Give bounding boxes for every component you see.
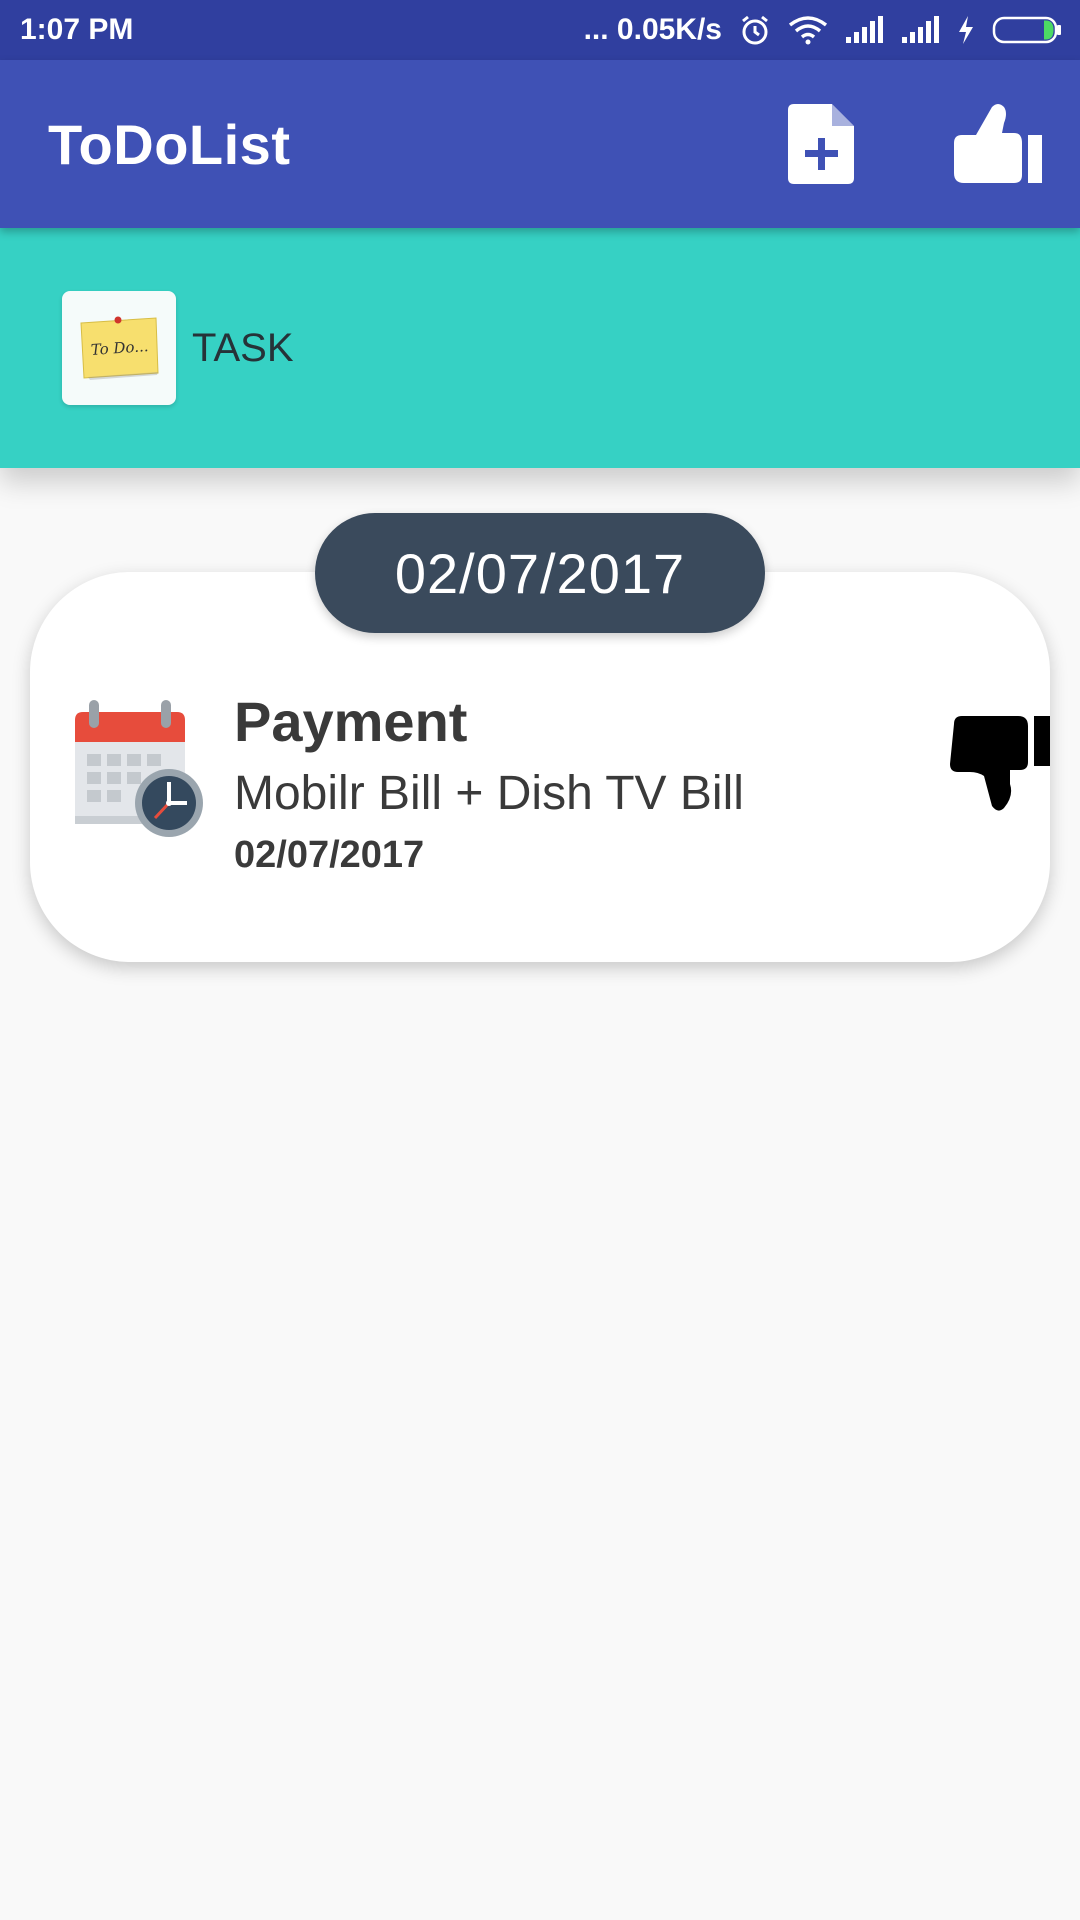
alarm-icon xyxy=(742,15,768,45)
thumbs-down-icon xyxy=(950,716,1050,811)
task-title: Payment xyxy=(234,690,468,753)
tab-label: TASK xyxy=(192,325,294,370)
signal-icon xyxy=(846,16,883,43)
task-date: 02/07/2017 xyxy=(234,834,425,876)
tab-strip: To Do... TASK xyxy=(0,228,1080,468)
battery-icon xyxy=(992,16,1061,44)
task-details: Payment Mobilr Bill + Dish TV Bill 02/07… xyxy=(234,690,744,880)
app-title: ToDoList xyxy=(48,112,291,176)
status-time: 1:07 PM xyxy=(20,13,134,46)
app-bar: ToDoList xyxy=(0,60,1080,228)
calendar-clock-icon xyxy=(75,700,203,837)
todo-note-icon: To Do... xyxy=(62,291,176,405)
wifi-icon xyxy=(788,16,828,45)
tab-task[interactable]: To Do... TASK xyxy=(62,290,294,406)
thumbs-up-icon xyxy=(954,104,1042,183)
signal-icon xyxy=(902,16,939,43)
mark-incomplete-button[interactable] xyxy=(940,714,1050,824)
completed-tasks-button[interactable] xyxy=(952,99,1042,189)
task-description: Mobilr Bill + Dish TV Bill xyxy=(234,767,744,820)
app-actions xyxy=(776,99,1042,189)
add-file-icon xyxy=(788,104,854,184)
network-speed: ... 0.05K/s xyxy=(583,13,722,46)
charging-icon xyxy=(959,16,973,44)
add-task-button[interactable] xyxy=(776,99,866,189)
status-bar: 1:07 PM ... 0.05K/s xyxy=(0,0,1080,60)
date-header: 02/07/2017 xyxy=(315,513,765,633)
status-indicators: ... 0.05K/s xyxy=(584,13,1062,47)
